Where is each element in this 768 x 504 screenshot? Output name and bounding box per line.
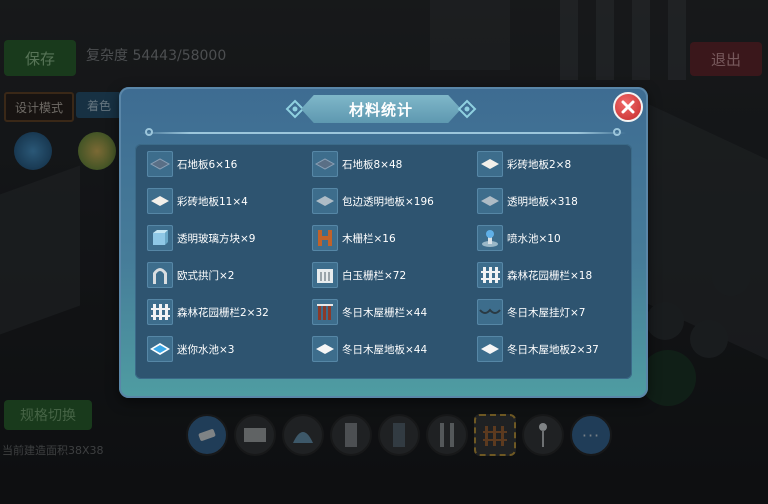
glass-floor-icon: [477, 188, 503, 214]
dialog-title: 材料统计: [348, 100, 413, 119]
material-item: 透明玻璃方块×9: [147, 225, 312, 251]
string-lights-icon: [477, 299, 503, 325]
garden-fence-icon: [477, 262, 503, 288]
material-item: 迷你水池×3: [147, 336, 312, 362]
materials-grid: 石地板6×16 石地板8×48 彩砖地板2×8 彩砖地板11×4 包边透明地板×196 透…: [147, 151, 627, 362]
material-label: 石地板8×48: [342, 158, 403, 171]
wood-fence-icon: [312, 225, 338, 251]
stone-floor-icon: [147, 151, 173, 177]
divider-dot: [145, 128, 153, 136]
material-item: 石地板6×16: [147, 151, 312, 177]
material-item: 冬日木屋地板2×37: [477, 336, 627, 362]
material-item: 木栅栏×16: [312, 225, 477, 251]
material-item: 透明地板×318: [477, 188, 627, 214]
ornament-icon: [457, 99, 477, 119]
garden-fence-icon: [147, 299, 173, 325]
tile-floor-icon: [477, 151, 503, 177]
stone-floor-icon: [312, 151, 338, 177]
close-button[interactable]: [613, 92, 643, 122]
material-item: 喷水池×10: [477, 225, 627, 251]
material-item: 森林花园栅栏2×32: [147, 299, 312, 325]
material-item: 冬日木屋地板×44: [312, 336, 477, 362]
material-label: 欧式拱门×2: [177, 269, 235, 282]
material-label: 森林花园栅栏×18: [507, 269, 593, 282]
material-label: 彩砖地板2×8: [507, 158, 572, 171]
jade-fence-icon: [312, 262, 338, 288]
material-label: 透明地板×318: [507, 195, 578, 208]
material-item: 包边透明地板×196: [312, 188, 477, 214]
material-label: 冬日木屋栅栏×44: [342, 306, 428, 319]
fountain-icon: [477, 225, 503, 251]
close-icon: [621, 100, 635, 114]
material-item: 森林花园栅栏×18: [477, 262, 627, 288]
material-label: 白玉栅栏×72: [342, 269, 407, 282]
material-label: 包边透明地板×196: [342, 195, 434, 208]
cabin-fence-icon: [312, 299, 338, 325]
material-label: 彩砖地板11×4: [177, 195, 248, 208]
tile-floor-icon: [147, 188, 173, 214]
cabin-floor-icon: [312, 336, 338, 362]
glass-floor-icon: [312, 188, 338, 214]
material-item: 彩砖地板11×4: [147, 188, 312, 214]
material-label: 喷水池×10: [507, 232, 561, 245]
material-item: 彩砖地板2×8: [477, 151, 627, 177]
material-item: 白玉栅栏×72: [312, 262, 477, 288]
divider: [141, 132, 626, 134]
material-item: 欧式拱门×2: [147, 262, 312, 288]
mini-pool-icon: [147, 336, 173, 362]
material-label: 石地板6×16: [177, 158, 238, 171]
divider-dot: [613, 128, 621, 136]
material-label: 冬日木屋地板×44: [342, 343, 428, 356]
cabin-floor-icon: [477, 336, 503, 362]
material-label: 木栅栏×16: [342, 232, 396, 245]
material-label: 迷你水池×3: [177, 343, 235, 356]
material-label: 透明玻璃方块×9: [177, 232, 256, 245]
material-item: 冬日木屋挂灯×7: [477, 299, 627, 325]
material-item: 冬日木屋栅栏×44: [312, 299, 477, 325]
title-ribbon: 材料统计: [301, 95, 461, 123]
arch-icon: [147, 262, 173, 288]
material-label: 冬日木屋挂灯×7: [507, 306, 586, 319]
material-label: 森林花园栅栏2×32: [177, 306, 269, 319]
glass-block-icon: [147, 225, 173, 251]
material-label: 冬日木屋地板2×37: [507, 343, 599, 356]
material-stats-dialog: 材料统计 石地板6×16 石地板8×48 彩砖地板2×8 彩砖地板11×4 包边透明地板…: [119, 87, 648, 398]
material-item: 石地板8×48: [312, 151, 477, 177]
materials-panel: 石地板6×16 石地板8×48 彩砖地板2×8 彩砖地板11×4 包边透明地板×196 透…: [135, 144, 632, 379]
